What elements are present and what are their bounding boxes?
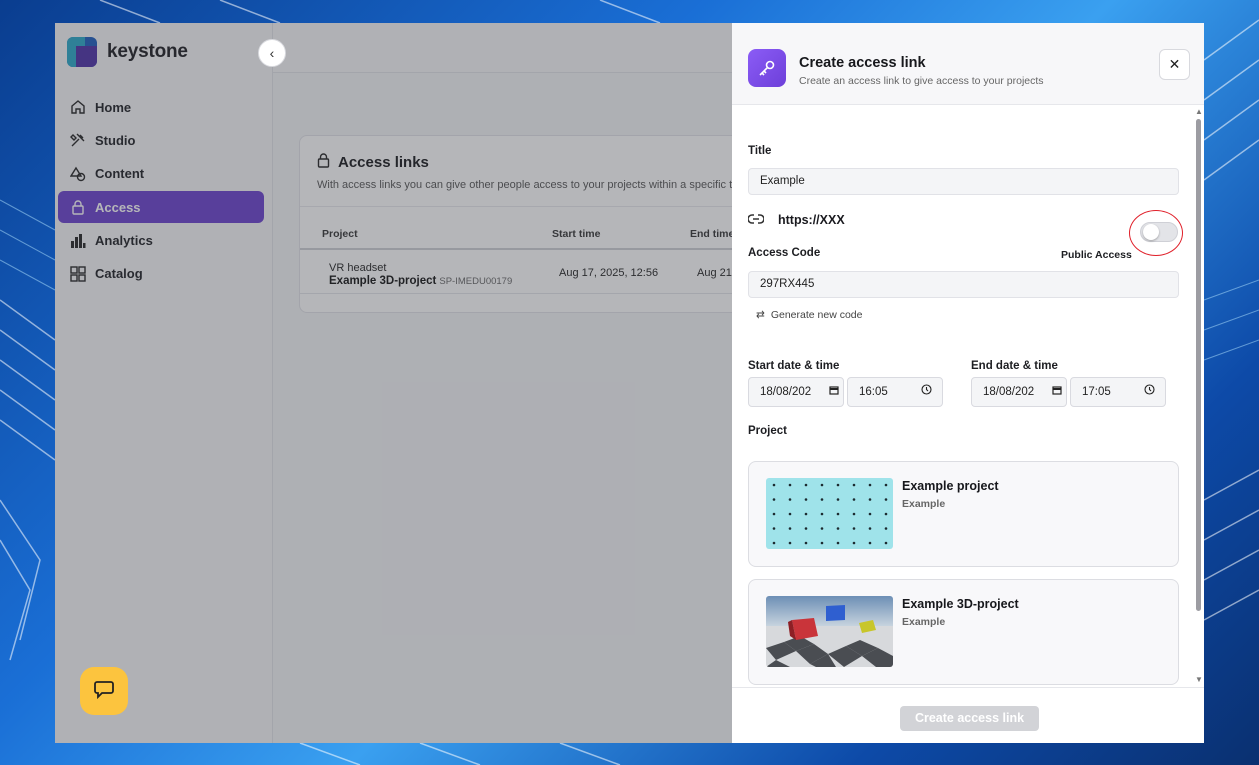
project-card-example[interactable]: Example project Example <box>748 461 1179 567</box>
drawer-title: Create access link <box>799 55 926 71</box>
title-input[interactable]: Example <box>748 168 1179 195</box>
swap-arrows-icon: ⇄ <box>756 309 765 321</box>
drawer-subtitle: Create an access link to give access to … <box>799 75 1044 87</box>
scroll-thumb[interactable] <box>1196 119 1201 611</box>
close-button[interactable]: ✕ <box>1159 49 1190 80</box>
project-title: Example 3D-project <box>902 597 1019 611</box>
project-subtitle: Example <box>902 498 946 510</box>
scroll-up-arrow-icon[interactable]: ▲ <box>1195 107 1203 116</box>
access-code-input[interactable]: 297RX445 <box>748 271 1179 298</box>
end-time-input[interactable]: 17:05 <box>1070 377 1166 407</box>
collapse-sidebar-button[interactable]: ‹ <box>258 39 286 67</box>
scroll-down-arrow-icon[interactable]: ▼ <box>1195 675 1203 684</box>
calendar-icon <box>1052 378 1062 406</box>
project-title: Example project <box>902 479 999 493</box>
clock-icon <box>921 378 932 406</box>
access-url: https://XXX <box>747 213 845 227</box>
link-icon <box>747 213 765 227</box>
close-icon: ✕ <box>1168 56 1181 72</box>
chevron-left-icon: ‹ <box>269 45 275 61</box>
end-date-input[interactable]: 18/08/202 <box>971 377 1067 407</box>
project-thumbnail-dots <box>766 478 893 549</box>
drawer-body: Title Example https://XXX Access Code Pu… <box>732 105 1204 687</box>
start-date-input[interactable]: 18/08/202 <box>748 377 844 407</box>
drawer-footer: Create access link <box>732 687 1204 743</box>
project-label: Project <box>748 425 787 437</box>
project-card-example-3d[interactable]: Example 3D-project Example <box>748 579 1179 685</box>
key-icon <box>748 49 786 87</box>
create-access-link-button[interactable]: Create access link <box>900 706 1039 731</box>
chat-bubble-icon <box>93 678 115 705</box>
generate-code-button[interactable]: ⇄ Generate new code <box>756 309 862 321</box>
modal-backdrop[interactable] <box>55 23 732 743</box>
title-label: Title <box>748 145 772 157</box>
project-thumbnail-3d-scene <box>766 596 893 667</box>
start-time-input[interactable]: 16:05 <box>847 377 943 407</box>
chat-button[interactable] <box>80 667 128 715</box>
access-url-text[interactable]: https://XXX <box>778 213 845 227</box>
end-datetime-label: End date & time <box>971 360 1058 372</box>
clock-icon <box>1144 378 1155 406</box>
access-code-label: Access Code <box>748 247 821 259</box>
create-access-link-drawer: Create access link Create an access link… <box>732 23 1204 743</box>
drawer-scrollbar[interactable]: ▲ ▼ <box>1195 107 1203 687</box>
public-access-label: Public Access <box>1061 249 1132 261</box>
calendar-icon <box>829 378 839 406</box>
app-window: keystone Home Studio Content Access Anal… <box>55 23 1204 743</box>
project-subtitle: Example <box>902 616 946 628</box>
drawer-header: Create access link Create an access link… <box>732 23 1204 105</box>
start-datetime-label: Start date & time <box>748 360 840 372</box>
highlight-annotation <box>1129 210 1183 256</box>
